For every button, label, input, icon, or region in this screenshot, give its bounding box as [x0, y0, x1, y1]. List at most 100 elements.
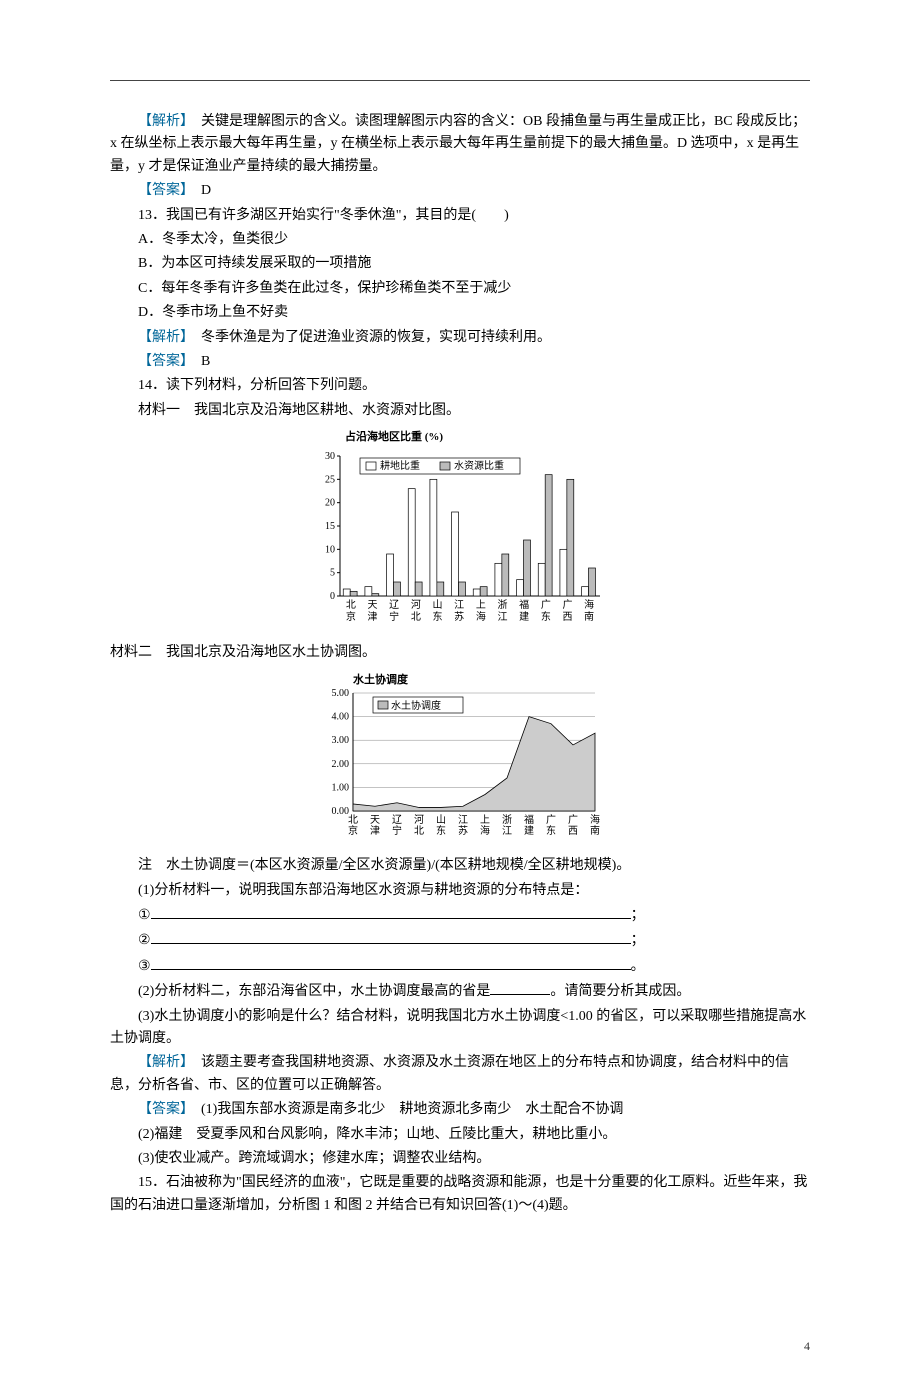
svg-text:浙: 浙 [502, 814, 512, 826]
svg-text:海: 海 [476, 610, 486, 623]
q14-stem: 14．读下列材料，分析回答下列问题。 [110, 375, 810, 397]
svg-text:海: 海 [590, 813, 600, 826]
svg-text:苏: 苏 [458, 824, 468, 837]
svg-text:河: 河 [414, 814, 424, 826]
svg-text:南: 南 [584, 610, 594, 623]
q14-sub2: (2)分析材料二，东部沿海省区中，水土协调度最高的省是。请简要分析其成因。 [110, 980, 810, 1003]
page-number: 4 [110, 1337, 810, 1356]
svg-text:天: 天 [368, 600, 378, 611]
svg-text:江: 江 [458, 814, 468, 826]
q12-answer: 【答案】 D [110, 180, 810, 202]
q14-blank1: ①； [110, 904, 810, 927]
q14-answer1: 【答案】 (1)我国东部水资源是南多北少 耕地资源北多南少 水土配合不协调 [110, 1099, 810, 1121]
svg-text:海: 海 [480, 824, 490, 837]
q13-optD: D．冬季市场上鱼不好卖 [110, 302, 810, 324]
q14-note: 注 水土协调度＝(本区水资源量/全区水资源量)/(本区耕地规模/全区耕地规模)。 [110, 855, 810, 877]
svg-text:京: 京 [346, 610, 356, 623]
svg-text:东: 东 [436, 824, 446, 837]
svg-text:江: 江 [454, 599, 464, 611]
chart2-svg: 水土协调度0.001.002.003.004.005.00水土协调度北京天津辽宁… [315, 671, 605, 841]
svg-text:河: 河 [411, 599, 421, 611]
svg-text:南: 南 [590, 824, 600, 837]
svg-text:辽: 辽 [392, 814, 402, 826]
chart1-bar: 占沿海地区比重 (%)051015202530耕地比重水资源比重北京天津辽宁河北… [110, 428, 810, 636]
svg-text:水土协调度: 水土协调度 [391, 699, 441, 712]
svg-text:津: 津 [370, 825, 380, 837]
svg-text:30: 30 [325, 451, 335, 462]
q14-blank3: ③。 [110, 955, 810, 978]
svg-text:浙: 浙 [498, 599, 508, 611]
svg-text:苏: 苏 [454, 610, 464, 623]
blank-line [151, 955, 631, 970]
q14-sub3: (3)水土协调度小的影响是什么？结合材料，说明我国北方水土协调度<1.00 的省… [110, 1006, 810, 1051]
svg-text:15: 15 [325, 521, 335, 532]
svg-text:上: 上 [480, 814, 490, 826]
blank-line [151, 904, 631, 919]
q13-optA: A．冬季太冷，鱼类很少 [110, 229, 810, 251]
q14-mat2: 材料二 我国北京及沿海地区水土协调图。 [110, 642, 810, 664]
svg-text:10: 10 [325, 544, 335, 555]
svg-text:20: 20 [325, 498, 335, 509]
header-rule [110, 80, 810, 81]
svg-text:25: 25 [325, 474, 335, 485]
svg-text:5.00: 5.00 [332, 688, 350, 699]
blank-line [151, 929, 631, 944]
answer-label: 【答案】 [138, 354, 187, 369]
q14-analysis: 【解析】 该题主要考查我国耕地资源、水资源及水土资源在地区上的分布特点和协调度，… [110, 1052, 810, 1097]
svg-text:1.00: 1.00 [332, 782, 350, 793]
svg-text:海: 海 [584, 598, 594, 611]
svg-text:北: 北 [414, 825, 424, 837]
svg-text:广: 广 [541, 599, 551, 611]
svg-text:4.00: 4.00 [332, 711, 350, 722]
svg-text:广: 广 [568, 814, 578, 826]
analysis-label: 【解析】 [138, 114, 187, 129]
q13-stem: 13．我国已有许多湖区开始实行"冬季休渔"，其目的是( ) [110, 205, 810, 227]
svg-text:西: 西 [568, 826, 578, 837]
svg-text:北: 北 [348, 814, 358, 826]
svg-text:津: 津 [368, 611, 378, 623]
answer-label: 【答案】 [138, 1102, 187, 1117]
svg-text:东: 东 [541, 610, 551, 623]
svg-text:山: 山 [436, 814, 446, 826]
svg-text:水资源比重: 水资源比重 [454, 459, 504, 472]
svg-text:宁: 宁 [392, 824, 402, 837]
svg-text:北: 北 [411, 611, 421, 623]
svg-text:建: 建 [519, 610, 529, 623]
q14-answer2: (2)福建 受夏季风和台风影响，降水丰沛；山地、丘陵比重大，耕地比重小。 [110, 1124, 810, 1146]
svg-text:辽: 辽 [389, 599, 399, 611]
svg-text:0: 0 [330, 591, 335, 602]
svg-text:天: 天 [370, 815, 380, 826]
analysis-label: 【解析】 [138, 1055, 187, 1070]
q13-optC: C．每年冬季有许多鱼类在此过冬，保护珍稀鱼类不至于减少 [110, 278, 810, 300]
svg-text:山: 山 [433, 599, 443, 611]
svg-text:占沿海地区比重 (%): 占沿海地区比重 (%) [345, 429, 443, 443]
analysis-label: 【解析】 [138, 330, 187, 345]
svg-text:福: 福 [519, 598, 529, 611]
q14-answer3: (3)使农业减产。跨流域调水；修建水库；调整农业结构。 [110, 1148, 810, 1170]
chart2-area: 水土协调度0.001.002.003.004.005.00水土协调度北京天津辽宁… [110, 671, 810, 849]
q14-sub1: (1)分析材料一，说明我国东部沿海地区水资源与耕地资源的分布特点是： [110, 880, 810, 902]
svg-text:东: 东 [433, 610, 443, 623]
svg-text:耕地比重: 耕地比重 [380, 459, 420, 472]
svg-text:5: 5 [330, 568, 335, 579]
q13-analysis: 【解析】 冬季休渔是为了促进渔业资源的恢复，实现可持续利用。 [110, 327, 810, 349]
q12-analysis: 【解析】 关键是理解图示的含义。读图理解图示内容的含义：OB 段捕鱼量与再生量成… [110, 111, 810, 178]
q14-mat1: 材料一 我国北京及沿海地区耕地、水资源对比图。 [110, 400, 810, 422]
q13-answer: 【答案】 B [110, 351, 810, 373]
chart1-svg: 占沿海地区比重 (%)051015202530耕地比重水资源比重北京天津辽宁河北… [310, 428, 610, 628]
svg-text:水土协调度: 水土协调度 [353, 672, 409, 686]
svg-text:建: 建 [524, 824, 534, 837]
svg-text:西: 西 [563, 612, 573, 623]
q14-blank2: ②； [110, 929, 810, 952]
svg-text:东: 东 [546, 824, 556, 837]
q15-text: 15．石油被称为"国民经济的血液"，它既是重要的战略资源和能源，也是十分重要的化… [110, 1172, 810, 1217]
svg-text:京: 京 [348, 824, 358, 837]
svg-text:0.00: 0.00 [332, 806, 350, 817]
svg-text:江: 江 [498, 611, 508, 623]
svg-text:2.00: 2.00 [332, 759, 350, 770]
svg-text:江: 江 [502, 825, 512, 837]
svg-text:福: 福 [524, 813, 534, 826]
q13-optB: B．为本区可持续发展采取的一项措施 [110, 253, 810, 275]
svg-text:3.00: 3.00 [332, 735, 350, 746]
answer-label: 【答案】 [138, 183, 187, 198]
